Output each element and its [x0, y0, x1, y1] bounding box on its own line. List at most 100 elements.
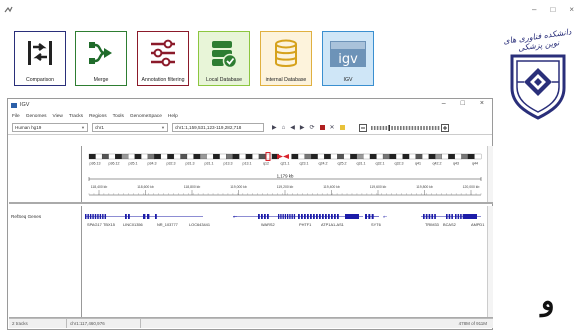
- home-icon[interactable]: ⌂: [282, 125, 286, 131]
- genome-select[interactable]: Human hg19 ▼: [12, 123, 88, 132]
- ideogram-band: [232, 153, 240, 160]
- igv-maximize-button[interactable]: □: [461, 100, 465, 107]
- gene-name-label[interactable]: TBX15: [103, 222, 115, 227]
- popup-info-icon[interactable]: [339, 125, 345, 130]
- zoom-tick[interactable]: [393, 125, 396, 130]
- gene-exon: [264, 214, 266, 219]
- zoom-tick[interactable]: [382, 125, 384, 130]
- menu-tracks[interactable]: Tracks: [69, 114, 83, 119]
- gene-name-label[interactable]: NR_103777: [157, 222, 178, 227]
- zoom-tick[interactable]: [385, 125, 387, 130]
- ideogram-band: [395, 153, 403, 160]
- locus-input[interactable]: chr1:1,159,531,123-119,282,718: [172, 123, 264, 132]
- zoom-tick[interactable]: [425, 125, 428, 130]
- igv-button[interactable]: igv IGV: [322, 31, 374, 86]
- zoom-tick[interactable]: [437, 125, 439, 130]
- igv-minimize-button[interactable]: –: [442, 100, 446, 107]
- gene-exon: [143, 214, 146, 219]
- zoom-tick[interactable]: [402, 125, 405, 130]
- ideogram-band-label: p36.12: [109, 162, 120, 166]
- header-scrollbar[interactable]: [487, 146, 493, 202]
- gene-name-label[interactable]: BCAS2: [443, 222, 456, 227]
- zoom-tick[interactable]: [419, 125, 422, 130]
- zoom-tick[interactable]: [405, 125, 407, 130]
- gene-name-label[interactable]: SYT6: [371, 222, 381, 227]
- menu-genomes[interactable]: Genomes: [26, 114, 47, 119]
- ideogram-band: [324, 153, 332, 160]
- gene-name-label[interactable]: LOC643441: [189, 222, 210, 227]
- ideogram-band: [180, 153, 188, 160]
- gene-name-label[interactable]: WARS2: [261, 222, 275, 227]
- menu-help[interactable]: Help: [168, 114, 178, 119]
- igv-logo-text: igv: [338, 52, 358, 67]
- menu-genomespace[interactable]: GenomeSpace: [130, 114, 162, 119]
- refresh-icon[interactable]: ⟳: [310, 124, 315, 131]
- gene-name-label[interactable]: TRIM33: [425, 222, 439, 227]
- zoom-slider[interactable]: [358, 123, 449, 132]
- menu-regions[interactable]: Regions: [89, 114, 107, 119]
- zoom-tick[interactable]: [431, 125, 434, 130]
- ruler-tick-label: 119,600 kb: [370, 185, 387, 189]
- gene-exon: [87, 214, 89, 219]
- track-label-refseq[interactable]: RefSeq Genes: [11, 214, 41, 219]
- gene-exon: [287, 214, 289, 219]
- zoom-tick[interactable]: [428, 125, 431, 130]
- zoom-tick[interactable]: [399, 125, 402, 130]
- gene-name-label[interactable]: ATP1A1-AS1: [321, 222, 344, 227]
- gene-name-label[interactable]: AMPD1: [471, 222, 484, 227]
- local-database-button[interactable]: Local Database: [198, 31, 250, 86]
- gene-name-label[interactable]: LINC01356: [123, 222, 143, 227]
- gene-name-label[interactable]: SPAG17: [87, 222, 102, 227]
- ruler-tick-label: 119,200 kb: [277, 185, 294, 189]
- ideogram-band: [304, 153, 312, 160]
- comparison-button[interactable]: Comparison: [14, 31, 66, 86]
- igv-title: IGV: [20, 102, 30, 108]
- zoom-tick[interactable]: [434, 125, 436, 130]
- university-logo: [510, 54, 566, 120]
- menu-file[interactable]: File: [12, 114, 20, 119]
- zoom-tick[interactable]: [396, 125, 399, 130]
- ideogram-band: [160, 153, 168, 160]
- minimize-button[interactable]: –: [532, 5, 536, 14]
- internal-database-button[interactable]: internal Database: [260, 31, 312, 86]
- menu-tools[interactable]: Tools: [113, 114, 124, 119]
- ruler-tick-label: 119,800 kb: [416, 185, 433, 189]
- close-button[interactable]: ×: [569, 5, 574, 14]
- ideogram-band: [441, 153, 449, 160]
- zoom-tick[interactable]: [408, 125, 410, 130]
- gene-name-label[interactable]: PHTF1: [299, 222, 311, 227]
- gene-exon: [325, 214, 327, 219]
- refseq-gene-track[interactable]: ← ← SPAG17 TBX15 LINC01356 NR_103777 LOC643441…: [83, 206, 487, 318]
- go-button[interactable]: ▶: [272, 124, 277, 131]
- back-icon[interactable]: ◀: [290, 124, 295, 131]
- annotation-filtering-button[interactable]: Annotation filtering: [137, 31, 189, 86]
- zoom-tick[interactable]: [416, 125, 419, 130]
- igv-close-button[interactable]: ×: [480, 100, 484, 107]
- feature-scrollbar[interactable]: [487, 206, 493, 317]
- header-panel: p36.13 p36.12 p35.1 p34.3 p32.3 p31.3 p31.1 p13…: [9, 146, 493, 204]
- zoom-tick[interactable]: [370, 125, 373, 130]
- zoom-tick[interactable]: [379, 125, 381, 130]
- ideogram-band-label: q32.1: [376, 162, 385, 166]
- zoom-tick[interactable]: [390, 125, 393, 130]
- roi-icon[interactable]: [319, 125, 325, 130]
- zoom-tick[interactable]: [411, 125, 413, 130]
- zoom-tick[interactable]: [387, 124, 390, 131]
- chromosome-select[interactable]: chr1 ▼: [92, 123, 168, 132]
- ruler-tick-label: 119,000 kb: [230, 185, 247, 189]
- menu-view[interactable]: View: [53, 114, 63, 119]
- ideogram-band: [369, 153, 377, 160]
- internal-database-label: internal Database: [265, 77, 307, 83]
- ideogram-band-label: q31.1: [357, 162, 366, 166]
- gene-exon: [104, 214, 107, 219]
- merge-button[interactable]: Merge: [75, 31, 127, 86]
- forward-icon[interactable]: ▶: [300, 124, 305, 131]
- zoom-tick[interactable]: [376, 125, 378, 130]
- zoom-tick[interactable]: [373, 125, 376, 130]
- gene-exon: [261, 214, 263, 219]
- zoom-tick[interactable]: [414, 125, 416, 130]
- ideogram-band: [428, 153, 436, 160]
- resize-icon[interactable]: ✕: [330, 124, 335, 131]
- maximize-button[interactable]: □: [550, 5, 555, 14]
- zoom-tick[interactable]: [422, 125, 425, 130]
